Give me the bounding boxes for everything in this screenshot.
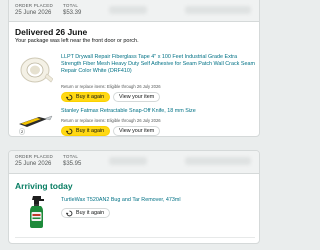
buy-again-label: Buy it again xyxy=(76,128,105,134)
delivery-status-note: Your package was left near the front doo… xyxy=(15,38,139,44)
order-placed-value: 25 June 2026 xyxy=(15,161,52,167)
order-placed-value: 25 June 2026 xyxy=(15,10,52,16)
delivery-status-title: Delivered 26 June xyxy=(15,27,88,37)
order-placed-col: ORDER PLACED 25 June 2026 xyxy=(15,154,53,168)
redacted-block xyxy=(109,6,147,14)
order-header: ORDER PLACED 25 June 2026 TOTAL $35.95 xyxy=(9,151,259,174)
redacted-block xyxy=(185,6,251,14)
return-eligibility: Return or replace items: Eligible throug… xyxy=(61,118,161,123)
order-placed-col: ORDER PLACED 25 June 2026 xyxy=(15,3,53,17)
view-item-label: View your item xyxy=(119,94,155,100)
return-eligibility: Return or replace items: Eligible throug… xyxy=(61,84,161,89)
view-item-button[interactable]: View your item xyxy=(113,126,161,136)
redacted-block xyxy=(109,157,147,165)
order-total-value: $35.95 xyxy=(63,161,82,167)
reorder-icon xyxy=(65,128,73,135)
redacted-block xyxy=(185,157,251,165)
order-card-2: ORDER PLACED 25 June 2026 TOTAL $35.95 A… xyxy=(8,150,260,244)
view-item-label: View your item xyxy=(119,128,155,134)
reorder-icon xyxy=(65,94,73,101)
buy-again-label: Buy it again xyxy=(76,94,105,100)
item-title-link[interactable]: Stanley Fatmax Retractable Snap-Off Knif… xyxy=(61,108,256,116)
order-total-col: TOTAL $35.95 xyxy=(63,154,81,168)
buy-again-button[interactable]: Buy it again xyxy=(61,92,111,102)
tape-roll-icon[interactable] xyxy=(17,55,54,85)
order-card-1: ORDER PLACED 25 June 2026 TOTAL $53.39 D… xyxy=(8,0,260,137)
view-item-button[interactable]: View your item xyxy=(113,92,161,102)
order-header: ORDER PLACED 25 June 2026 TOTAL $53.39 xyxy=(9,0,259,22)
reorder-icon xyxy=(65,210,73,217)
buy-again-button[interactable]: Buy it again xyxy=(61,126,111,136)
item-title-link[interactable]: LLPT Drywall Repair Fiberglass Tape 4" x… xyxy=(61,54,256,82)
buy-again-label: Buy it again xyxy=(76,210,105,216)
spray-bottle-icon[interactable] xyxy=(27,195,47,229)
buy-again-button[interactable]: Buy it again xyxy=(61,208,111,218)
item-title-link[interactable]: TurtleWax T520AN2 Bug and Tar Remover, 4… xyxy=(61,197,256,205)
order-total-col: TOTAL $53.39 xyxy=(63,3,81,17)
order-total-value: $53.39 xyxy=(63,10,82,16)
divider xyxy=(15,237,255,238)
arriving-status-title: Arriving today xyxy=(15,181,73,191)
